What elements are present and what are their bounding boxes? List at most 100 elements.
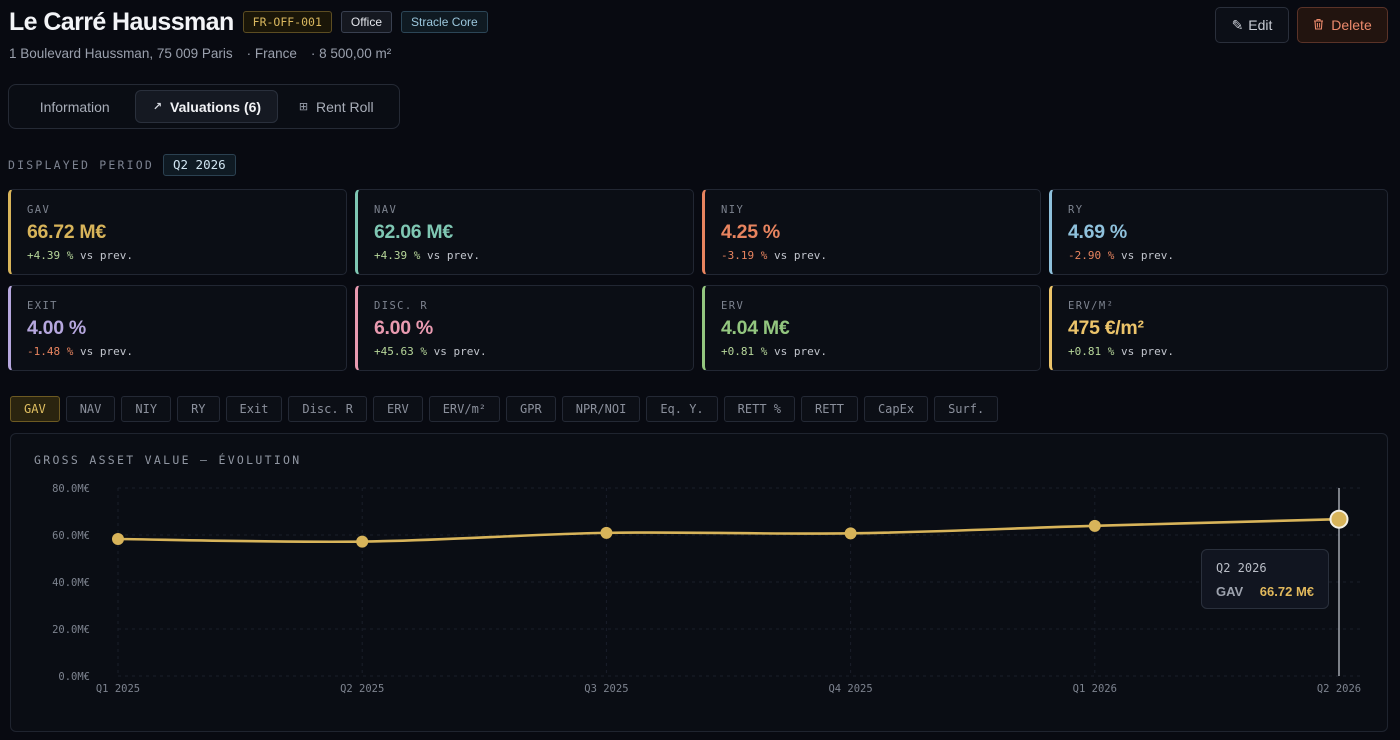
tab-label: Information <box>39 98 110 115</box>
period-label: DISPLAYED PERIOD <box>8 158 154 172</box>
metric-chip-capex[interactable]: CapEx <box>863 396 929 422</box>
kpi-value: 4.04 M€ <box>721 317 790 339</box>
kpi-card-erv: ERV 4.04 M€ +0.81 % vs prev. <box>702 285 1041 371</box>
kpi-value: 4.69 % <box>1068 221 1127 243</box>
metric-chip-disc-r[interactable]: Disc. R <box>288 396 367 422</box>
metric-chip-rett[interactable]: RETT <box>801 396 858 422</box>
metric-chip-eq-y[interactable]: Eq. Y. <box>646 396 718 422</box>
kpi-delta-value: -3.19 % <box>721 249 768 262</box>
data-point <box>1088 519 1101 532</box>
page-title: Le Carré Haussman <box>9 7 234 36</box>
x-tick-label: Q2 2025 <box>340 683 384 695</box>
series-line-gav <box>117 517 1340 544</box>
kpi-value: 4.00 % <box>27 317 86 339</box>
asset-type-badge: Office <box>340 11 393 33</box>
chart-tooltip: Q2 2026 GAV 66.72 M€ <box>1201 549 1329 609</box>
kpi-delta: +0.81 % vs prev. <box>721 345 1024 358</box>
metric-chip-nav[interactable]: NAV <box>65 396 116 422</box>
metric-chip-gpr[interactable]: GPR <box>506 396 556 422</box>
metric-chip-erv-m[interactable]: ERV/m² <box>428 396 501 422</box>
asset-country: · France <box>246 46 297 61</box>
kpi-delta-suffix: vs prev. <box>773 345 827 358</box>
delete-button[interactable]: Delete <box>1297 7 1388 43</box>
kpi-label: ERV/M² <box>1068 300 1115 312</box>
pencil-icon: ✎ <box>1231 16 1244 33</box>
chart-panel: GROSS ASSET VALUE — ÉVOLUTION 0.0M€ 20.0M… <box>10 433 1388 732</box>
kpi-delta-value: +0.81 % <box>721 345 768 358</box>
tab-rent-roll[interactable]: ⊞ Rent Roll <box>278 90 394 123</box>
kpi-label: ERV <box>721 300 745 312</box>
x-tick-label: Q1 2025 <box>96 683 140 695</box>
asset-surface: · 8 500,00 m² <box>310 46 392 61</box>
asset-code-badge: FR-OFF-001 <box>242 11 332 33</box>
asset-address: 1 Boulevard Haussman, 75 009 Paris <box>9 46 233 61</box>
kpi-value: 66.72 M€ <box>27 221 106 243</box>
gav-line-chart: 0.0M€ 20.0M€ 40.0M€ 60.0M€ 80.0M€ Q1 2025 Q2 2… <box>52 483 1361 695</box>
metric-chip-surf[interactable]: Surf. <box>934 396 999 422</box>
kpi-delta-suffix: vs prev. <box>426 249 480 262</box>
kpi-label: NIY <box>721 204 745 216</box>
x-tick-label: Q1 2026 <box>1073 683 1117 695</box>
tooltip-period: Q2 2026 <box>1216 561 1267 575</box>
data-point <box>600 526 613 539</box>
grid-icon: ⊞ <box>298 101 309 113</box>
y-tick-label: 0.0M€ <box>58 671 90 683</box>
edit-label: Edit <box>1248 17 1273 33</box>
trash-icon <box>1313 17 1324 33</box>
kpi-label: EXIT <box>27 300 58 312</box>
displayed-period: DISPLAYED PERIOD Q2 2026 <box>8 154 236 176</box>
data-point <box>844 527 857 540</box>
kpi-delta: +0.81 % vs prev. <box>1068 345 1371 358</box>
metric-chip-gav[interactable]: GAV <box>10 396 60 422</box>
x-tick-label: Q3 2025 <box>584 683 628 695</box>
metric-chip-exit[interactable]: Exit <box>225 396 283 422</box>
kpi-delta: +4.39 % vs prev. <box>374 249 677 262</box>
y-tick-label: 20.0M€ <box>52 624 90 636</box>
kpi-value: 6.00 % <box>374 317 433 339</box>
data-point <box>356 535 369 548</box>
kpi-delta-suffix: vs prev. <box>1120 345 1174 358</box>
tooltip-label: GAV <box>1216 584 1244 599</box>
kpi-card-gav: GAV 66.72 M€ +4.39 % vs prev. <box>8 189 347 275</box>
kpi-delta-value: +4.39 % <box>374 249 421 262</box>
kpi-delta: -3.19 % vs prev. <box>721 249 1024 262</box>
x-tick-label: Q4 2025 <box>828 683 872 695</box>
kpi-grid: GAV 66.72 M€ +4.39 % vs prev. NAV 62.06 M€ +4… <box>8 189 1388 371</box>
tab-valuations[interactable]: ↗ Valuations (6) <box>135 90 279 123</box>
trend-arrow-icon: ↗ <box>152 101 163 113</box>
kpi-card-ry: RY 4.69 % -2.90 % vs prev. <box>1049 189 1388 275</box>
kpi-card-disc-r: DISC. R 6.00 % +45.63 % vs prev. <box>355 285 694 371</box>
kpi-delta-value: +4.39 % <box>27 249 74 262</box>
kpi-delta-suffix: vs prev. <box>1120 249 1174 262</box>
metric-chip-erv[interactable]: ERV <box>373 396 423 422</box>
title-row: Le Carré Haussman FR-OFF-001 Office Stra… <box>9 6 1388 38</box>
data-point <box>112 532 124 545</box>
kpi-label: GAV <box>27 204 51 216</box>
y-tick-label: 40.0M€ <box>52 577 90 589</box>
kpi-card-exit: EXIT 4.00 % -1.48 % vs prev. <box>8 285 347 371</box>
kpi-delta: -2.90 % vs prev. <box>1068 249 1371 262</box>
metric-selector: GAV NAV NIY RY Exit Disc. R ERV ERV/m² GPR NPR/NO… <box>10 396 999 422</box>
tab-label: Valuations (6) <box>170 98 262 115</box>
kpi-delta: -1.48 % vs prev. <box>27 345 330 358</box>
y-tick-label: 60.0M€ <box>52 530 90 542</box>
kpi-delta-value: -2.90 % <box>1068 249 1115 262</box>
tooltip-value: 66.72 M€ <box>1259 584 1314 599</box>
tab-bar: Information ↗ Valuations (6) ⊞ Rent Roll <box>8 84 400 129</box>
kpi-card-erv-m-: ERV/M² 475 €/m² +0.81 % vs prev. <box>1049 285 1388 371</box>
tab-label: Rent Roll <box>316 98 374 115</box>
kpi-delta-value: +0.81 % <box>1068 345 1115 358</box>
metric-chip-rett[interactable]: RETT % <box>723 396 796 422</box>
tab-information[interactable]: Information <box>14 90 135 123</box>
edit-button[interactable]: ✎ Edit <box>1215 7 1289 43</box>
metric-chip-niy[interactable]: NIY <box>121 396 172 422</box>
kpi-value: 4.25 % <box>721 221 780 243</box>
kpi-card-nav: NAV 62.06 M€ +4.39 % vs prev. <box>355 189 694 275</box>
kpi-delta-value: -1.48 % <box>27 345 74 358</box>
metric-chip-ry[interactable]: RY <box>177 396 220 422</box>
asset-subtitle: 1 Boulevard Haussman, 75 009 Paris · Fra… <box>9 46 1388 61</box>
metric-chip-npr-noi[interactable]: NPR/NOI <box>561 396 641 422</box>
kpi-label: RY <box>1068 204 1084 216</box>
y-tick-label: 80.0M€ <box>52 483 90 495</box>
kpi-label: DISC. R <box>374 300 429 312</box>
